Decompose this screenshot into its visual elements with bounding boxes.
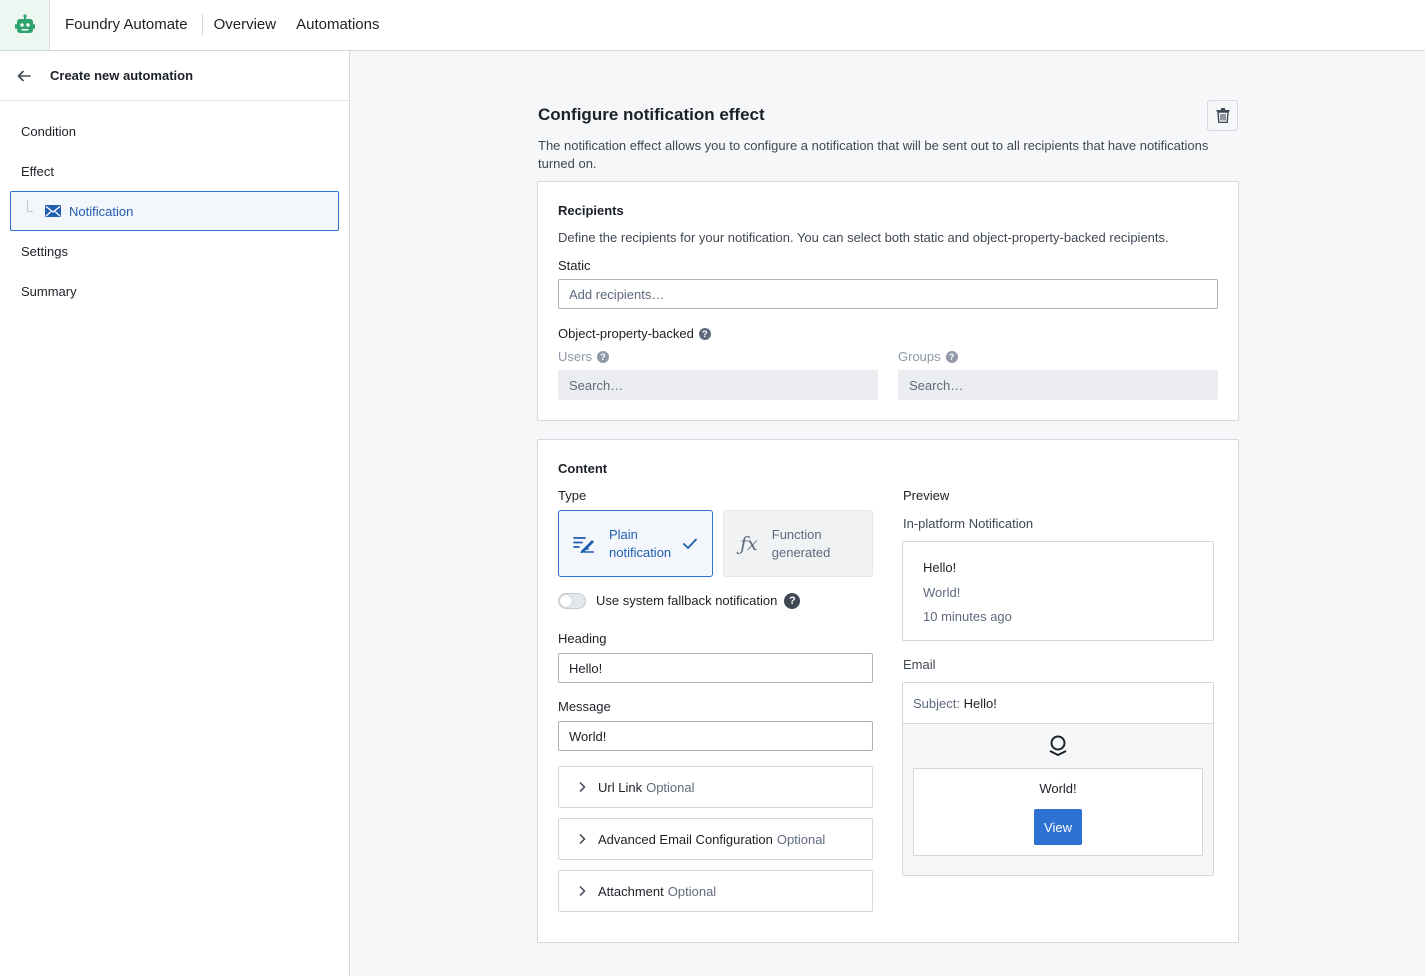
palantir-logo-icon <box>1049 735 1067 757</box>
help-icon[interactable]: ? <box>945 351 958 363</box>
help-icon[interactable]: ? <box>784 593 801 609</box>
optional-tag: Optional <box>667 883 717 899</box>
groups-label-text: Groups <box>898 349 941 364</box>
notif-title: Hello! <box>923 560 957 575</box>
email-body-area: World! View <box>903 723 1213 875</box>
sidebar-item-summary[interactable]: Summary <box>21 284 77 299</box>
users-search-input[interactable]: Search… <box>558 370 878 400</box>
toggle-knob <box>560 595 572 607</box>
users-label-text: Users <box>558 349 592 364</box>
recipients-description: Define the recipients for your notificat… <box>558 230 1169 245</box>
fallback-toggle[interactable] <box>558 593 586 609</box>
app-name: Foundry Automate <box>65 14 203 36</box>
advanced-email-section[interactable]: Advanced Email Configuration Optional <box>558 818 873 860</box>
view-button[interactable]: View <box>1034 809 1082 845</box>
sidebar: Create new automation Condition Effect N… <box>0 51 350 976</box>
email-body-text: World! <box>1039 781 1077 796</box>
email-preview: Subject: Hello! World! View <box>902 682 1214 876</box>
type-plain-line2: notification <box>609 544 672 560</box>
help-icon[interactable]: ? <box>698 328 711 340</box>
groups-search-input[interactable]: Search… <box>898 370 1218 400</box>
static-recipients-input[interactable]: Add recipients… <box>558 279 1218 309</box>
recipients-card: Recipients Define the recipients for you… <box>537 181 1239 421</box>
nav-automations[interactable]: Automations <box>296 14 379 36</box>
fallback-label: Use system fallback notification? <box>596 593 801 609</box>
sidebar-item-notification[interactable]: Notification <box>10 191 339 231</box>
type-plain-line1: Plain <box>609 526 638 542</box>
preview-label: Preview <box>903 488 950 503</box>
sidebar-item-label: Notification <box>69 203 134 219</box>
type-function-generated[interactable]: ƒx Function generated <box>723 510 873 577</box>
type-function-text: Function generated <box>772 526 831 562</box>
email-card: World! View <box>913 768 1203 856</box>
optional-tag: Optional <box>646 779 695 795</box>
url-link-section[interactable]: Url Link Optional <box>558 766 873 808</box>
object-backed-label: Object-property-backed? <box>558 326 711 341</box>
edit-text-icon <box>573 536 594 553</box>
app-logo[interactable] <box>0 0 50 50</box>
message-field-label: Message <box>558 699 611 714</box>
page-description: The notification effect allows you to co… <box>538 138 1209 171</box>
page-title: Configure notification effect <box>538 105 765 124</box>
heading-input[interactable]: Hello! <box>558 653 873 683</box>
attachment-section[interactable]: Attachment Optional <box>558 870 873 912</box>
robot-icon <box>14 14 35 33</box>
content-card: Content Type Plain notification ƒx Funct… <box>537 439 1239 943</box>
delete-button[interactable] <box>1207 100 1238 131</box>
sidebar-item-condition[interactable]: Condition <box>21 124 76 139</box>
chevron-right-icon <box>579 885 586 897</box>
sidebar-title: Create new automation <box>50 68 194 83</box>
section-label: Url Link <box>598 779 643 795</box>
type-function-line2: generated <box>771 544 831 560</box>
message-input[interactable]: World! <box>558 721 873 751</box>
notif-time: 10 minutes ago <box>923 609 1012 624</box>
static-label: Static <box>558 258 591 273</box>
type-function-line1: Function <box>771 526 822 542</box>
in-platform-preview: Hello! World! 10 minutes ago <box>902 541 1214 641</box>
notif-body: World! <box>923 585 961 600</box>
sidebar-header: Create new automation <box>0 51 349 101</box>
section-label: Advanced Email Configuration <box>598 831 773 847</box>
recipients-heading: Recipients <box>558 203 624 218</box>
groups-label: Groups? <box>898 349 958 364</box>
tree-connector <box>27 200 33 212</box>
top-bar: Foundry Automate Overview Automations <box>0 0 1425 51</box>
email-label: Email <box>903 657 936 672</box>
section-label: Attachment <box>598 883 664 899</box>
chevron-right-icon <box>579 781 586 793</box>
envelope-icon <box>45 205 61 217</box>
trash-icon <box>1216 108 1229 123</box>
sidebar-item-settings[interactable]: Settings <box>21 244 68 259</box>
nav-overview[interactable]: Overview <box>214 14 277 36</box>
content-heading: Content <box>558 461 608 476</box>
in-platform-label: In-platform Notification <box>903 516 1034 531</box>
type-label: Type <box>558 488 587 503</box>
back-arrow-icon[interactable] <box>16 68 32 84</box>
checkmark-icon <box>683 538 698 549</box>
users-label: Users? <box>558 349 609 364</box>
subject-label: Subject: <box>913 696 960 711</box>
subject-value: Hello! <box>963 696 997 711</box>
function-icon: ƒx <box>740 532 758 555</box>
email-subject: Subject: Hello! <box>913 696 997 711</box>
sidebar-item-effect[interactable]: Effect <box>21 164 54 179</box>
object-backed-text: Object-property-backed <box>558 326 694 341</box>
fallback-label-text: Use system fallback notification <box>596 593 778 608</box>
chevron-right-icon <box>579 833 586 845</box>
type-plain-text: Plain notification <box>609 526 671 562</box>
type-plain-notification[interactable]: Plain notification <box>558 510 713 577</box>
optional-tag: Optional <box>776 831 826 847</box>
help-icon[interactable]: ? <box>596 351 609 363</box>
heading-field-label: Heading <box>558 631 607 646</box>
